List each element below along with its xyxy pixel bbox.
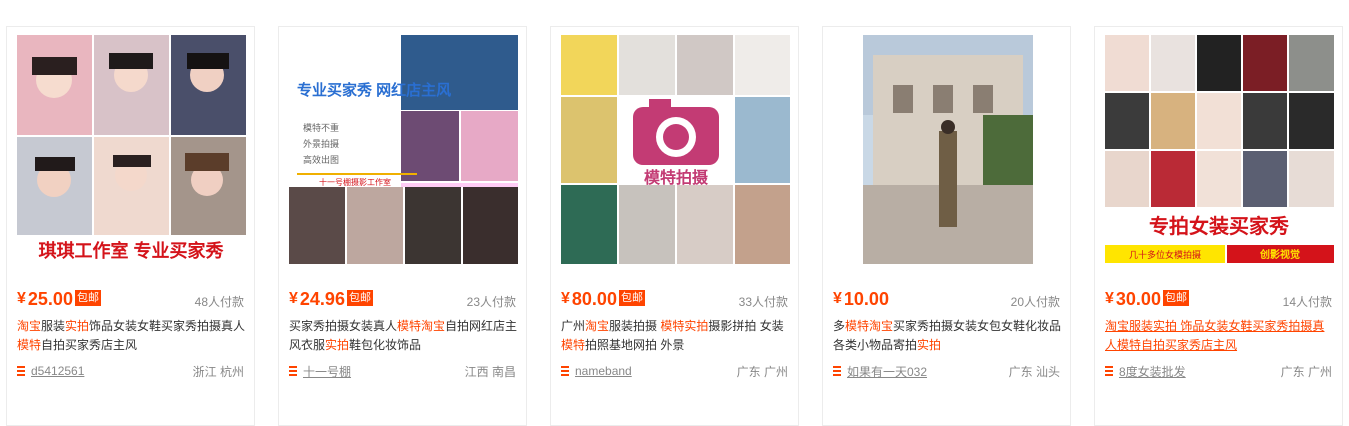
product-title-link[interactable]: 广州淘宝服装拍摄 模特实拍摄影拼拍 女装模特拍照基地网拍 外景	[561, 319, 784, 352]
product-title[interactable]: 买家秀拍摄女装真人模特淘宝自拍网红店主风衣服实拍鞋包化妆饰品	[289, 317, 519, 355]
product-title-link[interactable]: 淘宝服装实拍饰品女装女鞋买家秀拍摄真人模特自拍买家秀店主风	[17, 319, 245, 352]
product-title[interactable]: 广州淘宝服装拍摄 模特实拍摄影拼拍 女装模特拍照基地网拍 外景	[561, 317, 791, 355]
title-text: 买家秀拍摄女装真人	[289, 319, 398, 333]
product-title-link[interactable]: 买家秀拍摄女装真人模特淘宝自拍网红店主风衣服实拍鞋包化妆饰品	[289, 319, 517, 352]
list-icon	[289, 366, 297, 376]
image-caption: 专拍女装买家秀	[1149, 214, 1289, 238]
image-caption: 专业买家秀 网红店主风	[297, 81, 451, 99]
title-keyword-highlight: 淘宝	[17, 319, 42, 333]
currency-symbol: ¥	[561, 290, 570, 307]
list-icon	[561, 366, 569, 376]
price-value: 10.00	[843, 289, 889, 309]
product-image[interactable]	[863, 35, 1033, 264]
title-keyword-highlight: 模特淘宝	[845, 319, 894, 333]
buyer-count: 23人付款	[466, 295, 516, 309]
product-card[interactable]: 模特拍摄 ¥ 80.00 包邮 33人付款 广州淘宝服装拍摄 模特实拍摄影拼拍 …	[550, 26, 799, 426]
list-icon	[833, 366, 841, 376]
title-keyword-highlight: 模特	[397, 319, 422, 333]
title-keyword-highlight: 模特	[561, 338, 586, 352]
price: ¥ 25.00 包邮	[17, 289, 101, 309]
title-text: 服装	[41, 319, 66, 333]
product-title-link[interactable]: 淘宝服装实拍 饰品女装女鞋买家秀拍摄真人模特自拍买家秀店主风	[1105, 319, 1324, 352]
image-sub-1: 几十多位女模拍摄	[1129, 249, 1201, 260]
currency-symbol: ¥	[17, 290, 26, 307]
shop-location: 广东 广州	[1280, 364, 1332, 379]
title-keyword-highlight: 模特	[17, 338, 42, 352]
title-text: 拍照基地网拍 外景	[585, 338, 685, 352]
shop-location: 广东 汕头	[1008, 364, 1060, 379]
title-text: 自拍买家秀店主风	[41, 338, 138, 352]
shop-info: 十一号棚 江西 南昌	[289, 363, 516, 379]
price: ¥ 24.96 包邮	[289, 289, 373, 309]
title-keyword-highlight: 实拍	[325, 338, 350, 352]
shop-info: nameband 广东 广州	[561, 363, 788, 379]
image-caption: 琪琪工作室 专业买家秀	[39, 240, 224, 261]
shop-name-link[interactable]: 8度女装批发	[1119, 363, 1186, 380]
buyer-count: 20人付款	[1010, 295, 1060, 309]
price: ¥ 80.00 包邮	[561, 289, 645, 309]
title-text: 鞋包化妆饰品	[349, 338, 422, 352]
title-text: 多	[833, 319, 846, 333]
currency-symbol: ¥	[289, 290, 298, 307]
shop-location: 广东 广州	[736, 364, 788, 379]
title-keyword-highlight: 实拍	[917, 338, 942, 352]
price-value: 25.00	[27, 289, 73, 309]
title-text: 广州	[561, 319, 586, 333]
product-title-link[interactable]: 多模特淘宝买家秀拍摄女装女包女鞋化妆品各类小物品寄拍实拍	[833, 319, 1061, 352]
product-image[interactable]: 琪琪工作室 专业买家秀	[17, 35, 246, 264]
title-keyword-highlight: 实拍	[65, 319, 90, 333]
title-text: 服装拍摄	[609, 319, 661, 333]
image-sub-1: 模特不重	[303, 122, 339, 133]
product-title[interactable]: 淘宝服装实拍饰品女装女鞋买家秀拍摄真人模特自拍买家秀店主风	[17, 317, 247, 355]
shop-name-link[interactable]: 如果有一天032	[847, 363, 927, 380]
image-sub-2: 创影视觉	[1259, 248, 1300, 261]
shop-name-link[interactable]: nameband	[575, 364, 632, 378]
title-text: 摄影拼拍 女装	[708, 319, 784, 333]
title-keyword-highlight: 淘宝	[421, 319, 446, 333]
free-shipping-badge: 包邮	[618, 290, 645, 306]
product-image[interactable]: 模特拍摄	[561, 35, 790, 264]
free-shipping-badge: 包邮	[74, 290, 101, 306]
product-card[interactable]: 专拍女装买家秀 几十多位女模拍摄 创影视觉 ¥ 30.00 包邮 14人付款 淘…	[1094, 26, 1343, 426]
list-icon	[1105, 366, 1113, 376]
image-sub-3: 高效出图	[303, 154, 339, 165]
price: ¥ 10.00	[833, 289, 889, 309]
shop-location: 浙江 杭州	[192, 364, 244, 379]
price-value: 80.00	[571, 289, 617, 309]
product-title[interactable]: 淘宝服装实拍 饰品女装女鞋买家秀拍摄真人模特自拍买家秀店主风	[1105, 317, 1335, 355]
shop-name-link[interactable]: 十一号棚	[303, 363, 351, 380]
free-shipping-badge: 包邮	[1162, 290, 1189, 306]
image-brand: 十一号棚摄影工作室	[319, 177, 391, 187]
title-text: 饰品女装女鞋买家秀拍摄真人	[89, 319, 246, 333]
price: ¥ 30.00 包邮	[1105, 289, 1189, 309]
buyer-count: 33人付款	[738, 295, 788, 309]
currency-symbol: ¥	[1105, 290, 1114, 307]
image-sub-2: 外景拍摄	[303, 138, 339, 149]
image-caption: 模特拍摄	[644, 168, 709, 187]
free-shipping-badge: 包邮	[346, 290, 373, 306]
list-icon	[17, 366, 25, 376]
shop-info: 8度女装批发 广东 广州	[1105, 363, 1332, 379]
product-image[interactable]: 专业买家秀 网红店主风 模特不重 外景拍摄 高效出图 十一号棚摄影工作室	[289, 35, 518, 264]
product-card[interactable]: 专业买家秀 网红店主风 模特不重 外景拍摄 高效出图 十一号棚摄影工作室 ¥ 2…	[278, 26, 527, 426]
shop-name-link[interactable]: d5412561	[31, 364, 84, 378]
currency-symbol: ¥	[833, 290, 842, 307]
title-keyword-highlight: 模特实拍	[660, 319, 709, 333]
shop-location: 江西 南昌	[464, 364, 516, 379]
product-title[interactable]: 多模特淘宝买家秀拍摄女装女包女鞋化妆品各类小物品寄拍实拍	[833, 317, 1063, 355]
title-keyword-highlight: 淘宝服装实拍 饰品女装女鞋买家秀拍摄真人模特自拍买家秀店主风	[1105, 319, 1325, 352]
shop-info: d5412561 浙江 杭州	[17, 363, 244, 379]
title-keyword-highlight: 淘宝	[585, 319, 610, 333]
price-value: 24.96	[299, 289, 345, 309]
buyer-count: 48人付款	[194, 295, 244, 309]
product-image[interactable]: 专拍女装买家秀 几十多位女模拍摄 创影视觉	[1105, 35, 1334, 264]
buyer-count: 14人付款	[1282, 295, 1332, 309]
price-value: 30.00	[1115, 289, 1161, 309]
product-card[interactable]: ¥ 10.00 20人付款 多模特淘宝买家秀拍摄女装女包女鞋化妆品各类小物品寄拍…	[822, 26, 1071, 426]
shop-info: 如果有一天032 广东 汕头	[833, 363, 1060, 379]
product-card[interactable]: 琪琪工作室 专业买家秀 ¥ 25.00 包邮 48人付款 淘宝服装实拍饰品女装女…	[6, 26, 255, 426]
